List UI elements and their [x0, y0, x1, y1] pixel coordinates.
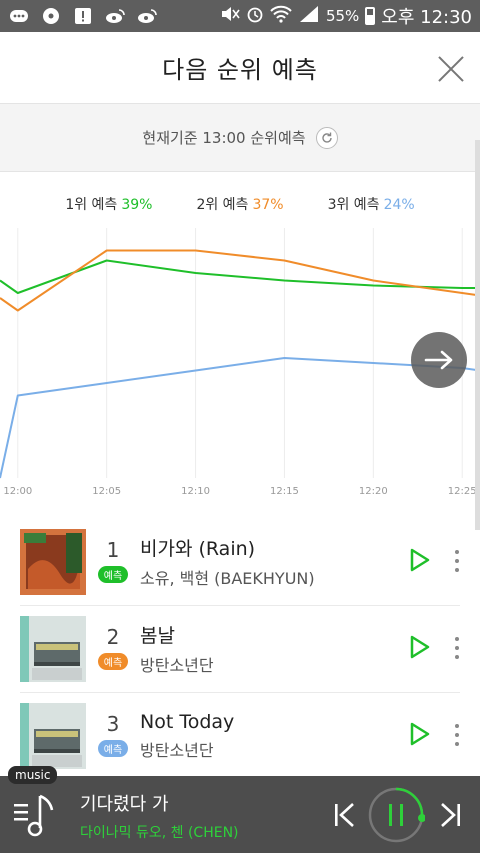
- chart-svg: 12:00 12:05 12:10 12:15 12:20 12:25: [0, 228, 480, 497]
- legend-pct-2: 37%: [252, 197, 284, 213]
- song-info: 비가와 (Rain) 소유, 백현 (BAEKHYUN): [140, 534, 315, 589]
- song-artist: 소유, 백현 (BAEKHYUN): [140, 569, 315, 588]
- legend-item-1: 1위 예측 39%: [65, 194, 152, 214]
- prediction-badge: 예측: [98, 653, 128, 670]
- series-line-1: [0, 259, 480, 294]
- x-tick-label: 12:10: [181, 486, 210, 497]
- rank-number: 3: [106, 711, 120, 736]
- prediction-chart: 12:00 12:05 12:10 12:15 12:20 12:25: [0, 228, 480, 508]
- album-art: [20, 615, 86, 682]
- list-item[interactable]: 2 예측 봄날 방탄소년단: [0, 605, 480, 692]
- alert-icon: [72, 7, 94, 25]
- legend-item-3: 3위 예측 24%: [328, 194, 415, 214]
- series-line-2: [0, 249, 480, 312]
- list-item[interactable]: 3 예측 Not Today 방탄소년단: [0, 692, 480, 779]
- prediction-badge: 예측: [98, 566, 128, 583]
- song-title: Not Today: [140, 710, 235, 733]
- song-info: 봄날 방탄소년단: [140, 621, 214, 676]
- song-info: Not Today 방탄소년단: [140, 711, 234, 761]
- x-tick-label: 12:05: [92, 486, 121, 497]
- legend-label-1: 1위 예측: [65, 197, 118, 213]
- alarm-icon: [246, 5, 264, 27]
- previous-icon[interactable]: [333, 802, 357, 828]
- more-options-icon[interactable]: [454, 550, 460, 572]
- song-artist: 방탄소년단: [140, 656, 214, 675]
- series-line-3: [0, 357, 480, 479]
- more-options-icon[interactable]: [454, 637, 460, 659]
- time-bar: 현재기준 13:00 순위예측: [0, 104, 480, 172]
- next-arrow-button[interactable]: [411, 332, 467, 388]
- next-icon[interactable]: [438, 802, 462, 828]
- time-label: 현재기준 13:00 순위예측: [142, 129, 306, 147]
- battery-percent: 55%: [325, 7, 360, 25]
- mute-icon: [220, 6, 240, 26]
- cd-icon: [40, 7, 62, 25]
- pause-button[interactable]: [367, 786, 425, 844]
- chat-icon: [8, 7, 30, 25]
- rank-number: 1: [106, 537, 120, 562]
- play-icon[interactable]: [410, 635, 430, 659]
- rank-number: 2: [106, 624, 120, 649]
- legend-pct-1: 39%: [121, 197, 153, 213]
- legend-label-2: 2위 예측: [196, 197, 249, 213]
- scrollbar[interactable]: [475, 140, 480, 530]
- status-bar: 55% 오후 12:30: [0, 0, 480, 32]
- page-title: 다음 순위 예측: [162, 56, 318, 84]
- album-art: [20, 528, 86, 595]
- song-artist: 방탄소년단: [140, 740, 214, 760]
- chart-legend: 1위 예측 39% 2위 예측 37% 3위 예측 24%: [0, 194, 480, 214]
- now-playing-title: 기다렸다 가: [80, 794, 169, 815]
- ranking-list: 1 예측 비가와 (Rain) 소유, 백현 (BAEKHYUN) 2 예측 봄…: [0, 518, 480, 779]
- x-tick-label: 12:00: [3, 486, 32, 497]
- play-icon[interactable]: [410, 548, 430, 572]
- legend-label-3: 3위 예측: [327, 197, 380, 213]
- music-tag: music: [8, 766, 58, 784]
- x-tick-label: 12:20: [359, 486, 388, 497]
- mini-player: music 기다렸다 가 다이나믹 듀오, 첸 (CHEN): [0, 766, 480, 853]
- now-playing[interactable]: 기다렸다 가 다이나믹 듀오, 첸 (CHEN): [80, 790, 239, 842]
- header: 다음 순위 예측: [0, 32, 480, 104]
- refresh-icon[interactable]: [315, 126, 338, 149]
- legend-pct-3: 24%: [383, 197, 415, 213]
- weibo-icon: [104, 7, 126, 25]
- x-tick-label: 12:15: [270, 486, 299, 497]
- wifi-icon: [270, 5, 292, 27]
- legend-item-2: 2위 예측 37%: [196, 194, 283, 214]
- app-root: 55% 오후 12:30 다음 순위 예측 현재기준 13:00 순위예측 1위…: [0, 0, 480, 853]
- song-title: 비가와 (Rain): [140, 538, 256, 560]
- x-tick-label: 12:25: [448, 486, 477, 497]
- signal-icon: [298, 5, 320, 27]
- list-item[interactable]: 1 예측 비가와 (Rain) 소유, 백현 (BAEKHYUN): [0, 518, 480, 605]
- weibo-icon: [136, 7, 158, 25]
- notification-icons: [8, 7, 158, 25]
- album-art: [20, 702, 86, 769]
- pause-icon: [389, 804, 392, 826]
- song-title: 봄날: [140, 625, 175, 647]
- play-icon[interactable]: [410, 722, 430, 746]
- music-menu-icon[interactable]: [12, 790, 56, 840]
- arrow-right-icon: [424, 350, 453, 370]
- more-options-icon[interactable]: [454, 724, 460, 746]
- prediction-badge: 예측: [98, 740, 128, 757]
- clock: 오후 12:30: [381, 7, 472, 28]
- battery-icon: [365, 7, 376, 25]
- system-icons: 55% 오후 12:30: [220, 3, 472, 29]
- close-button[interactable]: [436, 54, 466, 84]
- now-playing-artist: 다이나믹 듀오, 첸 (CHEN): [80, 825, 239, 841]
